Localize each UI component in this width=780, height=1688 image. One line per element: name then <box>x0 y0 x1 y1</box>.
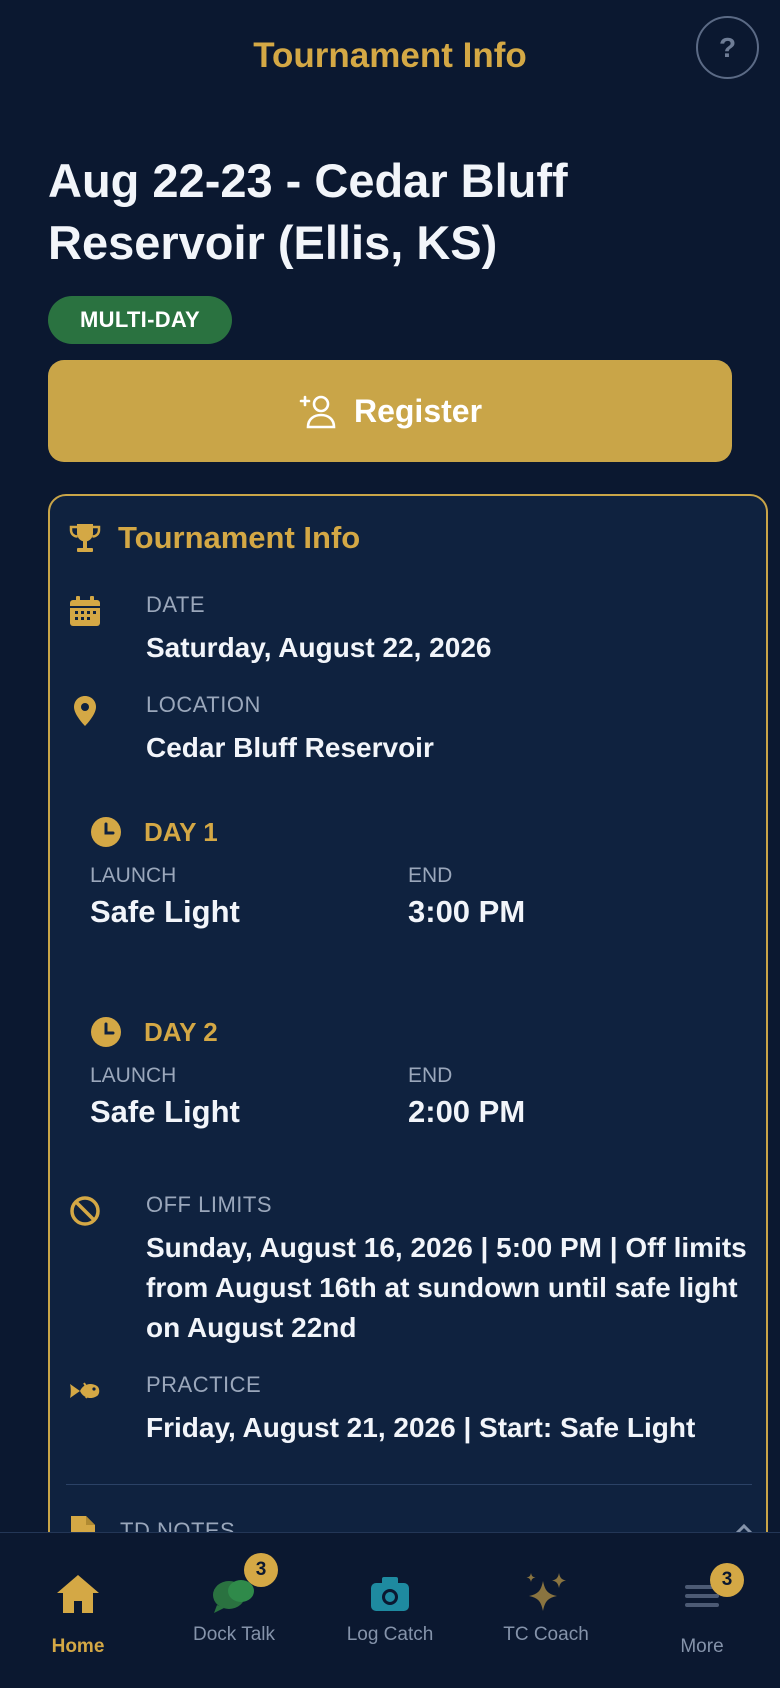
calendar-icon <box>70 596 100 626</box>
day-2-title: DAY 2 <box>144 1016 218 1047</box>
date-label: DATE <box>146 592 206 617</box>
card-title: Tournament Info <box>118 520 361 555</box>
clock-icon <box>91 817 121 847</box>
day-1-block: DAY 1 LAUNCH Safe Light END 3:00 PM <box>90 816 730 944</box>
register-label: Register <box>353 392 483 429</box>
tab-dock-talk-label: Dock Talk <box>192 1624 275 1645</box>
day-1-launch-label: LAUNCH <box>90 864 177 887</box>
clock-icon <box>91 1017 121 1047</box>
tab-log-catch-label: Log Catch <box>346 1624 434 1645</box>
day-2-launch-label: LAUNCH <box>90 1064 177 1087</box>
tab-tc-coach-label: TC Coach <box>503 1624 589 1645</box>
section-divider <box>66 1484 752 1485</box>
tab-tc-coach[interactable]: TC Coach <box>468 1533 624 1688</box>
tournament-info-card: Tournament Info DATE Saturday, August 22… <box>48 494 768 1688</box>
app-header: Tournament Info ? <box>0 0 780 115</box>
location-label: LOCATION <box>146 692 261 717</box>
trophy-icon <box>69 524 101 552</box>
dock-talk-badge: 3 <box>244 1553 278 1587</box>
tab-dock-talk[interactable]: 3 Dock Talk <box>156 1533 312 1688</box>
event-type-badge: MULTI-DAY <box>48 296 233 344</box>
card-header: Tournament Info <box>68 520 360 556</box>
more-badge: 3 <box>710 1563 744 1597</box>
day-2-launch-value: Safe Light <box>90 1094 240 1129</box>
prohibited-icon <box>70 1196 100 1226</box>
day-1-launch-value: Safe Light <box>90 894 240 929</box>
register-button[interactable]: Register <box>48 360 732 462</box>
day-2-end-label: END <box>408 1064 453 1087</box>
tab-home[interactable]: Home <box>0 1533 156 1688</box>
event-title: Aug 22-23 - Cedar Bluff Reservoir (Ellis… <box>48 154 568 269</box>
help-button[interactable]: ? <box>696 16 759 79</box>
location-pin-icon <box>74 696 96 726</box>
location-row: LOCATION Cedar Bluff Reservoir <box>68 692 758 772</box>
home-icon <box>57 1575 99 1613</box>
off-limits-row: OFF LIMITS Sunday, August 16, 2026 | 5:0… <box>68 1192 758 1343</box>
date-value: Saturday, August 22, 2026 <box>146 632 492 663</box>
sparkle-icon <box>526 1573 566 1611</box>
add-user-icon <box>299 395 336 429</box>
bottom-tab-bar: Home 3 Dock Talk Log Catch TC Coach 3 Mo… <box>0 1532 780 1688</box>
location-value: Cedar Bluff Reservoir <box>146 732 434 763</box>
day-1-end-value: 3:00 PM <box>408 894 526 929</box>
day-1-title: DAY 1 <box>144 816 218 847</box>
fish-icon <box>70 1382 100 1399</box>
practice-row: PRACTICE Friday, August 21, 2026 | Start… <box>68 1372 758 1452</box>
tab-log-catch[interactable]: Log Catch <box>312 1533 468 1688</box>
practice-value: Friday, August 21, 2026 | Start: Safe Li… <box>146 1412 696 1443</box>
off-limits-label: OFF LIMITS <box>146 1192 272 1217</box>
camera-icon <box>371 1577 409 1611</box>
practice-label: PRACTICE <box>146 1372 262 1397</box>
tab-more[interactable]: 3 More <box>624 1533 780 1688</box>
page-header-title: Tournament Info <box>253 36 527 75</box>
tab-home-label: Home <box>51 1636 105 1657</box>
day-2-block: DAY 2 LAUNCH Safe Light END 2:00 PM <box>90 1016 730 1144</box>
day-2-end-value: 2:00 PM <box>408 1094 526 1129</box>
tab-more-label: More <box>680 1636 724 1657</box>
date-row: DATE Saturday, August 22, 2026 <box>68 592 758 672</box>
day-1-end-label: END <box>408 864 453 887</box>
off-limits-value: Sunday, August 16, 2026 | 5:00 PM | Off … <box>146 1232 747 1343</box>
